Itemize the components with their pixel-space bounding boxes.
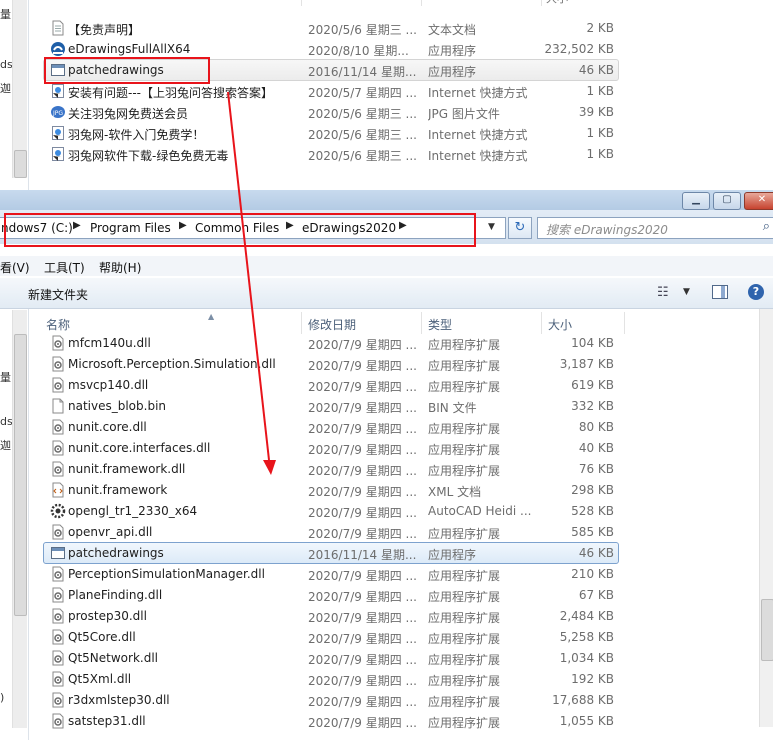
arrow-shaft — [227, 91, 270, 461]
red-arrow — [227, 91, 276, 475]
arrow-head — [263, 460, 276, 475]
